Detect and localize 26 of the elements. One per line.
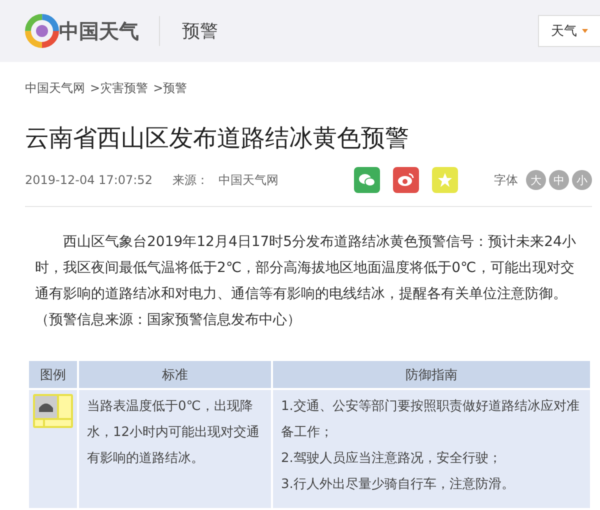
chat-bubbles-icon: [358, 173, 376, 187]
column-header: 图例: [28, 360, 78, 389]
source-name: 中国天气网: [218, 172, 278, 188]
guide-item: 3.行人外出尽量少骑自行车，注意防滑。: [281, 476, 516, 494]
guide-item: 1.交通、公安等部门要按照职责做好道路结冰应对准备工作；: [281, 398, 580, 442]
eye-icon: [397, 173, 415, 187]
star-icon: [437, 172, 453, 188]
caret-icon: [582, 29, 588, 33]
column-header: 防御指南: [272, 360, 591, 389]
logo-text[interactable]: 中国天气: [59, 18, 139, 44]
article-title: 云南省西山区发布道路结冰黄色预警: [25, 123, 410, 154]
publish-date: 2019-12-04 17:07:52: [25, 173, 152, 187]
table-cell: 当路表温度低于0℃，出现降水，12小时内可能出现对交通有影响的道路结冰。: [78, 389, 272, 509]
section-title: 预警: [182, 20, 218, 43]
weather-menu-button[interactable]: 天气: [538, 15, 600, 47]
article-paragraph: 西山区气象台2019年12月4日17时5分发布道路结冰黄色预警信号：预计未来24小时，我区夜间最低气温将低于2℃，部分高海拔地区地面温度将低于0℃，可能出现对交通有影响的道路结冰和对电力、通信等有影响的电线结冰，提醒各有关单位注意防御。（预警信息来源：国家预警信息发布中心）: [35, 233, 577, 330]
weibo-share-button[interactable]: [393, 167, 419, 193]
breadcrumb-link[interactable]: >灾害预警: [90, 80, 148, 96]
source-label: 来源：: [172, 172, 208, 188]
breadcrumb-link[interactable]: 中国天气网: [25, 80, 85, 96]
font-size-label: 字体: [494, 172, 518, 188]
logo-icon: [25, 14, 59, 48]
guide-item: 2.驾驶人员应当注意路况，安全行驶；: [281, 450, 502, 468]
breadcrumb-link[interactable]: >预警: [153, 80, 188, 96]
column-header: 标准: [78, 360, 272, 389]
wechat-share-button[interactable]: [354, 167, 380, 193]
